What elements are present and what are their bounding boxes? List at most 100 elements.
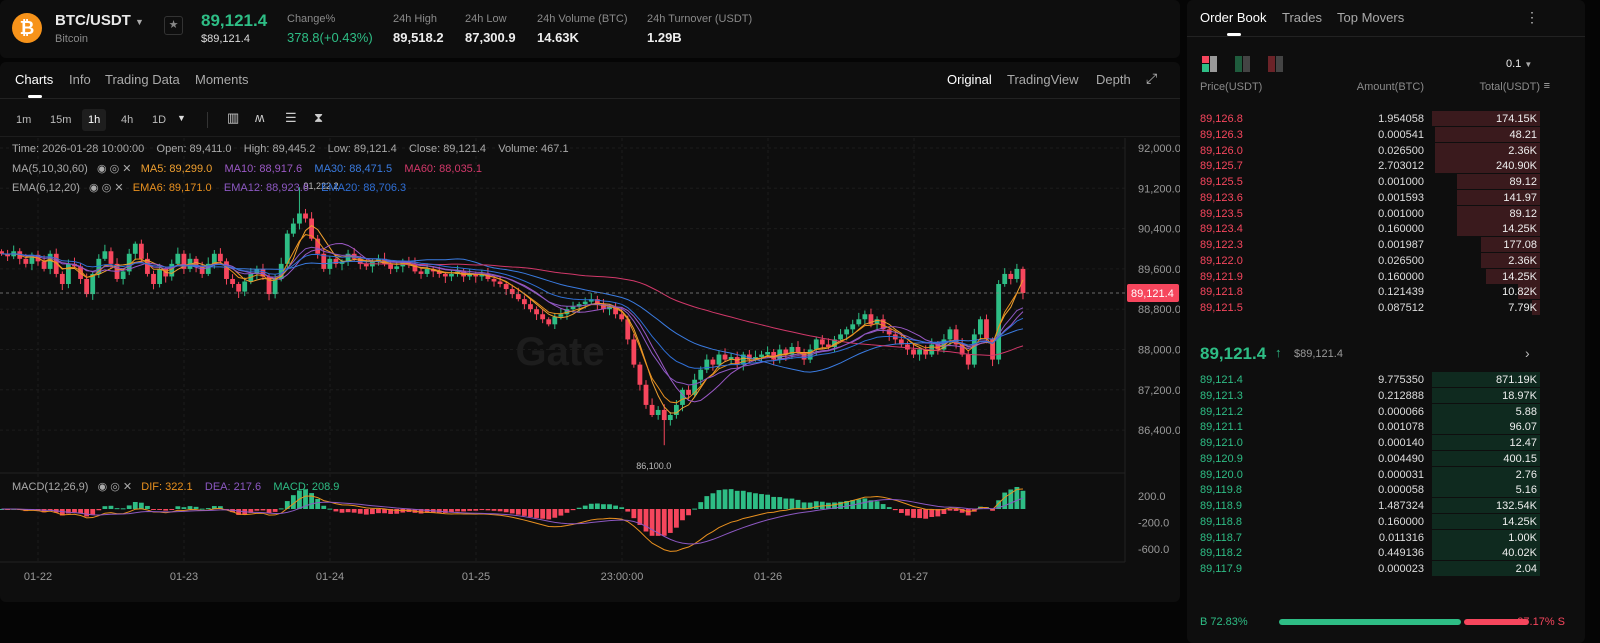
sort-icon[interactable]: ≡ [1544, 80, 1550, 92]
candle-body [157, 268, 162, 285]
candle-body [528, 304, 533, 310]
macd-histogram-bar [138, 502, 144, 509]
mid-price-usd: $89,121.4 [1294, 348, 1343, 360]
bid-row[interactable]: 89,121.4 9.775350 871.19K [1187, 372, 1585, 388]
row-price: 89,122.3 [1200, 239, 1243, 251]
ask-row[interactable]: 89,126.3 0.000541 48.21 [1187, 126, 1585, 143]
bid-row[interactable]: 89,118.8 0.160000 14.25K [1187, 513, 1585, 530]
macd-histogram-bar [321, 505, 327, 509]
ask-row[interactable]: 89,126.0 0.026500 2.36K [1187, 142, 1585, 159]
candle-body [911, 349, 916, 355]
row-price: 89,121.4 [1200, 374, 1243, 386]
ask-row[interactable]: 89,121.8 0.121439 10.82K [1187, 284, 1585, 300]
macd-histogram-bar [96, 509, 102, 511]
candle-body [905, 344, 910, 350]
ask-row[interactable]: 89,125.5 0.001000 89.12 [1187, 174, 1585, 190]
bid-row[interactable]: 89,119.8 0.000058 5.16 [1187, 482, 1585, 498]
bid-row[interactable]: 89,120.0 0.000031 2.76 [1187, 466, 1585, 483]
candle-body [716, 354, 722, 365]
precision-selector[interactable]: 0.1 ▼ [1506, 58, 1532, 70]
more-menu-icon[interactable]: ⋮ [1525, 9, 1539, 26]
macd-histogram-bar [126, 505, 132, 509]
ema20-value: EMA20: 88,706.3 [321, 182, 407, 194]
bid-row[interactable]: 89,121.3 0.212888 18.97K [1187, 387, 1585, 404]
bid-row[interactable]: 89,118.7 0.011316 1.00K [1187, 529, 1585, 546]
candle-body [230, 278, 235, 285]
bid-row[interactable]: 89,117.9 0.000023 2.04 [1187, 561, 1585, 577]
bid-row[interactable]: 89,121.1 0.001078 96.07 [1187, 419, 1585, 435]
macd-histogram-bar [795, 499, 801, 509]
macd-histogram-bar [515, 509, 521, 515]
candle-body [1002, 273, 1008, 285]
row-total: 174.15K [1496, 113, 1537, 125]
macd-histogram-bar [710, 493, 716, 509]
macd-histogram-bar [455, 509, 460, 512]
column-amount: Amount(BTC) [1356, 81, 1424, 93]
macd-histogram-bar [905, 509, 910, 516]
row-price: 89,118.7 [1200, 531, 1243, 544]
macd-histogram-bar [576, 507, 582, 509]
y-tick-label: 88,000.0 [1138, 345, 1180, 357]
ask-row[interactable]: 89,122.3 0.001987 177.08 [1187, 237, 1585, 253]
ask-row[interactable]: 89,123.6 0.001593 141.97 [1187, 189, 1585, 206]
bid-row[interactable]: 89,121.0 0.000140 12.47 [1187, 435, 1585, 451]
eye-icon[interactable]: ◉ ◎ ✕ [89, 182, 124, 194]
macd-histogram-bar [485, 509, 491, 511]
x-tick-label: 01-22 [24, 571, 52, 583]
ask-row[interactable]: 89,121.9 0.160000 14.25K [1187, 268, 1585, 285]
candle-body [108, 251, 114, 264]
macd-histogram-bar [132, 501, 138, 509]
min-price-label: 86,100.0 [636, 461, 671, 471]
ma10-value: MA10: 88,917.6 [224, 163, 303, 175]
eye-icon[interactable]: ◉ ◎ ✕ [98, 481, 133, 493]
ema-title: EMA(6,12,20) [12, 182, 80, 194]
macd-histogram-bar [582, 505, 588, 509]
bid-row[interactable]: 89,118.9 1.487324 132.54K [1187, 498, 1585, 514]
row-amount: 0.160000 [1378, 223, 1424, 236]
ask-row[interactable]: 89,123.4 0.160000 14.25K [1187, 221, 1585, 237]
macd-histogram-bar [722, 489, 728, 509]
up-arrow-icon: ↑ [1275, 345, 1282, 360]
macd-histogram-bar [759, 494, 764, 509]
ask-row[interactable]: 89,123.5 0.001000 89.12 [1187, 205, 1585, 222]
tab-order-book[interactable]: Order Book [1200, 10, 1266, 25]
bid-row[interactable]: 89,118.2 0.449136 40.02K [1187, 545, 1585, 561]
ask-row[interactable]: 89,125.7 2.703012 240.90K [1187, 158, 1585, 174]
macd-histogram-bar [260, 509, 266, 511]
bid-row[interactable]: 89,121.2 0.000066 5.88 [1187, 403, 1585, 420]
candle-body [272, 278, 278, 295]
macd-histogram-bar [278, 508, 284, 510]
candle-body [619, 314, 625, 320]
ask-row[interactable]: 89,121.5 0.087512 7.79K [1187, 300, 1585, 316]
macd-histogram-bar [552, 509, 558, 518]
candle-body [971, 334, 977, 365]
macd-histogram-bar [351, 509, 357, 513]
candle-body [132, 243, 138, 254]
ask-row[interactable]: 89,122.0 0.026500 2.36K [1187, 252, 1585, 269]
y-tick-label: 90,400.0 [1138, 224, 1180, 236]
ma60-value: MA60: 88,035.1 [404, 163, 482, 175]
row-price: 89,123.6 [1200, 191, 1243, 204]
candle-body [759, 354, 764, 358]
view-both-icon[interactable] [1202, 56, 1218, 72]
row-amount: 0.160000 [1378, 270, 1424, 283]
macd-histogram-bar [570, 509, 576, 511]
chevron-right-icon[interactable]: › [1525, 345, 1530, 361]
row-amount: 0.001593 [1378, 191, 1424, 204]
macd-histogram-bar [753, 493, 758, 509]
view-asks-icon[interactable] [1268, 56, 1284, 72]
macd-histogram-bar [929, 509, 935, 517]
candle-body [978, 319, 983, 335]
tab-top-movers[interactable]: Top Movers [1337, 10, 1404, 25]
ema6-value: EMA6: 89,171.0 [132, 182, 212, 194]
bid-row[interactable]: 89,120.9 0.004490 400.15 [1187, 450, 1585, 467]
column-total[interactable]: Total(USDT) [1479, 81, 1540, 93]
ask-row[interactable]: 89,126.8 1.954058 174.15K [1187, 111, 1585, 127]
view-bids-icon[interactable] [1235, 56, 1251, 72]
macd-histogram-bar [528, 509, 533, 517]
price-chart[interactable]: Gate 92,000.0 91,200.0 90,400.0 89,600.0 88,… [0, 0, 1180, 602]
row-total: 5.88 [1515, 405, 1537, 418]
eye-icon[interactable]: ◉ ◎ ✕ [97, 163, 132, 175]
tab-trades[interactable]: Trades [1282, 10, 1322, 25]
macd-histogram-bar [503, 509, 509, 513]
